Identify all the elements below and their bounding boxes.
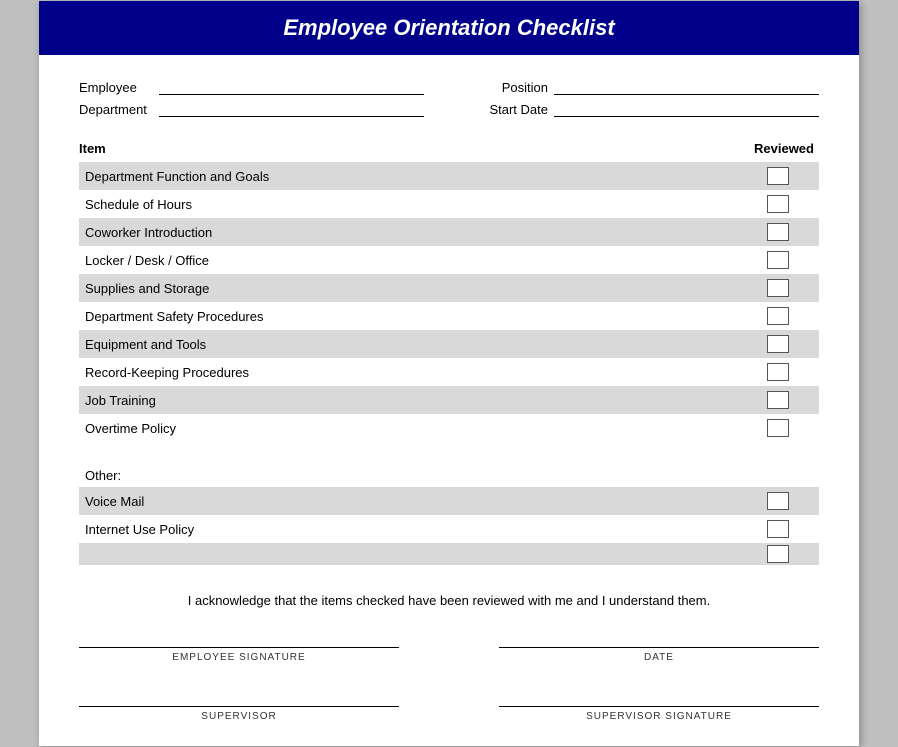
checkbox[interactable] — [767, 251, 789, 269]
acknowledgment-text: I acknowledge that the items checked hav… — [39, 593, 859, 608]
date-sig-block: Date — [499, 628, 819, 663]
checkbox[interactable] — [767, 391, 789, 409]
checkbox[interactable] — [767, 363, 789, 381]
checkbox[interactable] — [767, 419, 789, 437]
page: Employee Orientation Checklist Employee … — [39, 1, 859, 746]
supervisor-caption: Supervisor — [201, 711, 276, 722]
checklist-header: Item Reviewed — [79, 137, 819, 160]
signature-row-2: Supervisor Supervisor Signature — [79, 687, 819, 722]
checkbox-cell — [743, 545, 813, 563]
signature-row-1: Employee Signature Date — [79, 628, 819, 663]
checkbox-cell — [743, 363, 813, 381]
checklist-row: Internet Use Policy — [79, 515, 819, 543]
checklist-row: Locker / Desk / Office — [79, 246, 819, 274]
checkbox-cell — [743, 335, 813, 353]
page-title: Employee Orientation Checklist — [39, 1, 859, 55]
other-label: Other: — [79, 460, 819, 487]
start-date-input[interactable] — [554, 101, 819, 117]
date-sig-line[interactable] — [499, 628, 819, 648]
employee-sig-block: Employee Signature — [79, 628, 399, 663]
form-section: Employee Position Department Start Date — [39, 79, 859, 117]
col-item-header: Item — [79, 141, 106, 156]
checkbox-cell — [743, 195, 813, 213]
checkbox[interactable] — [767, 223, 789, 241]
checkbox[interactable] — [767, 307, 789, 325]
checkbox[interactable] — [767, 167, 789, 185]
item-label: Job Training — [85, 393, 743, 408]
supervisor-sig2-block: Supervisor Signature — [499, 687, 819, 722]
item-label: Department Function and Goals — [85, 169, 743, 184]
col-reviewed-header: Reviewed — [749, 141, 819, 156]
supervisor-sig-line[interactable] — [79, 687, 399, 707]
spacer-row — [79, 442, 819, 460]
checkbox-cell — [743, 223, 813, 241]
item-label: Coworker Introduction — [85, 225, 743, 240]
department-row: Department Start Date — [79, 101, 819, 117]
item-label: Schedule of Hours — [85, 197, 743, 212]
date-caption: Date — [644, 652, 674, 663]
supervisor-sig-caption: Supervisor Signature — [586, 711, 732, 722]
checkbox-cell — [743, 279, 813, 297]
employee-label: Employee — [79, 80, 159, 95]
checklist-row: Voice Mail — [79, 487, 819, 515]
checklist-row: Department Function and Goals — [79, 162, 819, 190]
checkbox[interactable] — [767, 545, 789, 563]
checklist-row: Job Training — [79, 386, 819, 414]
checkbox[interactable] — [767, 335, 789, 353]
item-label: Voice Mail — [85, 494, 743, 509]
checklist-section: Item Reviewed Department Function and Go… — [39, 137, 859, 565]
position-input[interactable] — [554, 79, 819, 95]
checklist-row: Schedule of Hours — [79, 190, 819, 218]
supervisor-sig2-line[interactable] — [499, 687, 819, 707]
employee-input[interactable] — [159, 79, 424, 95]
start-date-label: Start Date — [484, 102, 554, 117]
checkbox-cell — [743, 251, 813, 269]
position-label: Position — [484, 80, 554, 95]
checklist-row: Supplies and Storage — [79, 274, 819, 302]
item-label: Record-Keeping Procedures — [85, 365, 743, 380]
item-label: Locker / Desk / Office — [85, 253, 743, 268]
department-input[interactable] — [159, 101, 424, 117]
checkbox[interactable] — [767, 520, 789, 538]
item-label: Internet Use Policy — [85, 522, 743, 537]
supervisor-sig-block: Supervisor — [79, 687, 399, 722]
checklist-row — [79, 543, 819, 565]
checklist-row: Department Safety Procedures — [79, 302, 819, 330]
checkbox-cell — [743, 391, 813, 409]
checkbox-cell — [743, 492, 813, 510]
checkbox[interactable] — [767, 195, 789, 213]
checklist-row: Equipment and Tools — [79, 330, 819, 358]
employee-sig-line[interactable] — [79, 628, 399, 648]
checkbox[interactable] — [767, 492, 789, 510]
signature-section: Employee Signature Date Supervisor Super… — [39, 628, 859, 722]
checkbox-cell — [743, 419, 813, 437]
checklist-row: Coworker Introduction — [79, 218, 819, 246]
item-label: Equipment and Tools — [85, 337, 743, 352]
checkbox-cell — [743, 167, 813, 185]
checklist-row: Record-Keeping Procedures — [79, 358, 819, 386]
item-label: Overtime Policy — [85, 421, 743, 436]
employee-row: Employee Position — [79, 79, 819, 95]
department-label: Department — [79, 102, 159, 117]
checkbox[interactable] — [767, 279, 789, 297]
checkbox-cell — [743, 520, 813, 538]
item-label: Supplies and Storage — [85, 281, 743, 296]
checklist-row: Overtime Policy — [79, 414, 819, 442]
checkbox-cell — [743, 307, 813, 325]
item-label: Department Safety Procedures — [85, 309, 743, 324]
employee-sig-caption: Employee Signature — [172, 652, 305, 663]
